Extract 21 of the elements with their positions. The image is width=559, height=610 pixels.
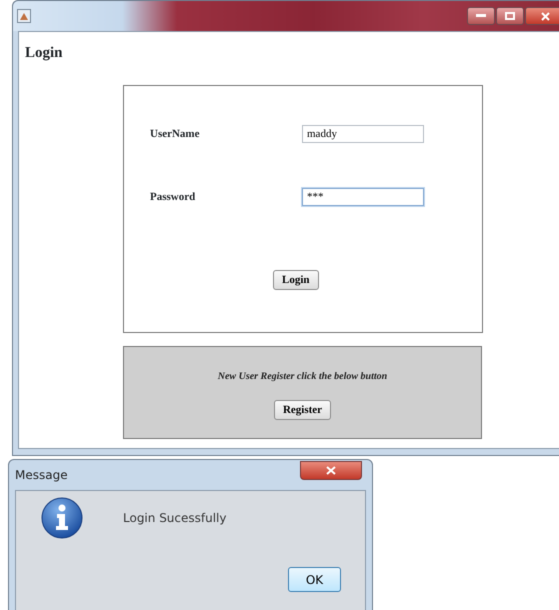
field-label: Password: [150, 190, 196, 205]
register-prompt: New User Register click the below button: [218, 370, 388, 384]
app-icon: [17, 9, 31, 23]
login-button[interactable]: Login: [273, 270, 319, 290]
minimize-button[interactable]: [467, 7, 495, 25]
page-heading: Login: [25, 44, 63, 63]
ok-button[interactable]: OK: [288, 567, 341, 592]
dialog-message: Login Sucessfully: [123, 510, 226, 527]
close-button[interactable]: [525, 7, 559, 25]
info-icon: [41, 497, 83, 539]
field-label: UserName: [150, 126, 200, 142]
dialog-title: Message: [15, 467, 68, 484]
register-button[interactable]: Register: [274, 400, 332, 420]
close-icon: [326, 466, 336, 474]
maximize-button[interactable]: [496, 7, 524, 25]
minimize-icon: [476, 14, 486, 18]
maximize-icon: [505, 12, 515, 20]
close-icon: [540, 12, 550, 20]
input-field[interactable]: ***: [302, 188, 424, 206]
close-button[interactable]: [300, 460, 362, 480]
input-field[interactable]: maddy: [302, 125, 424, 143]
